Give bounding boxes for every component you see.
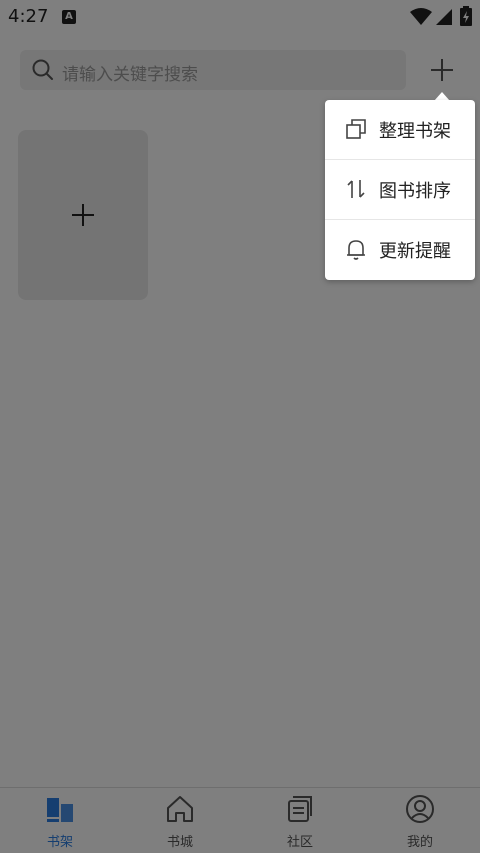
menu-item-label: 整理书架: [379, 121, 451, 142]
sort-icon: [347, 180, 365, 198]
menu-item-label: 图书排序: [379, 181, 451, 202]
menu-item-book-sort[interactable]: 图书排序: [325, 160, 475, 219]
menu-item-label: 更新提醒: [379, 241, 451, 262]
popup-menu: 整理书架 图书排序 更新提醒: [325, 100, 475, 280]
copy-icon: [346, 119, 366, 139]
menu-item-organize-shelf[interactable]: 整理书架: [325, 100, 475, 159]
bell-icon: [347, 240, 365, 260]
menu-item-update-reminder[interactable]: 更新提醒: [325, 220, 475, 279]
